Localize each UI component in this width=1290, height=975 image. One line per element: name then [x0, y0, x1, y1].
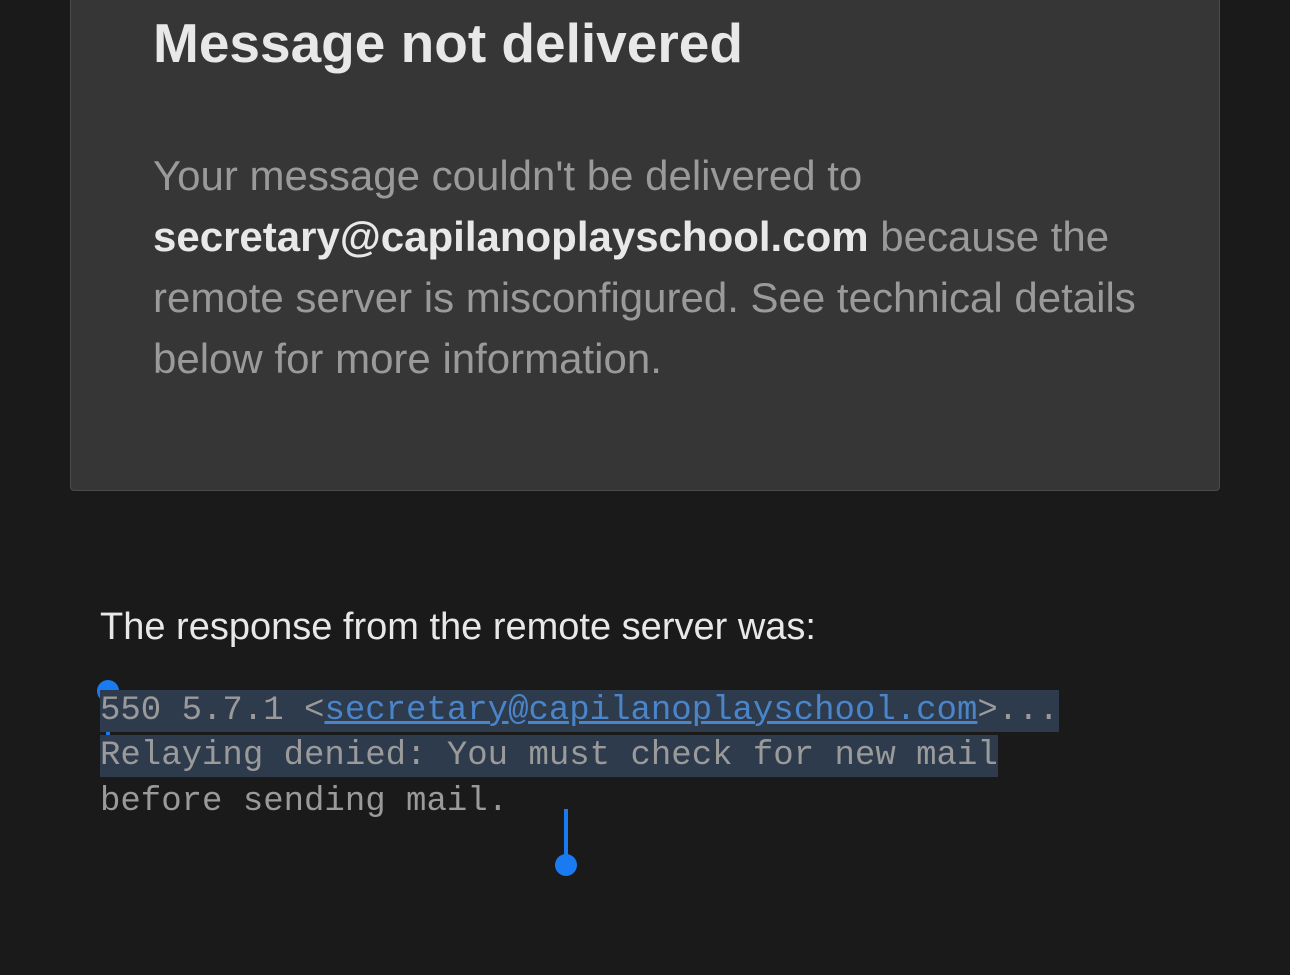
recipient-link[interactable]: secretary@capilanoplayschool.com [324, 692, 977, 730]
smtp-response-code[interactable]: 550 5.7.1 <secretary@capilanoplayschool.… [100, 689, 1190, 827]
selected-text-region[interactable]: 550 5.7.1 <secretary@capilanoplayschool.… [100, 689, 1190, 827]
bounce-message-card: Message not delivered Your message could… [70, 0, 1220, 491]
selection-handle-end-icon[interactable] [555, 854, 577, 876]
error-body: Your message couldn't be delivered to se… [153, 146, 1139, 390]
response-label: The response from the remote server was: [100, 606, 1190, 649]
code-prefix: 550 5.7.1 < [100, 692, 324, 730]
code-after-link: >... [977, 692, 1059, 730]
technical-details: The response from the remote server was:… [70, 491, 1220, 827]
code-line3: before sending mail. [100, 780, 1190, 826]
recipient-email: secretary@capilanoplayschool.com [153, 213, 869, 260]
body-prefix: Your message couldn't be delivered to [153, 152, 862, 199]
error-title: Message not delivered [153, 0, 1139, 76]
code-line2: Relaying denied: You must check for new … [100, 735, 998, 777]
